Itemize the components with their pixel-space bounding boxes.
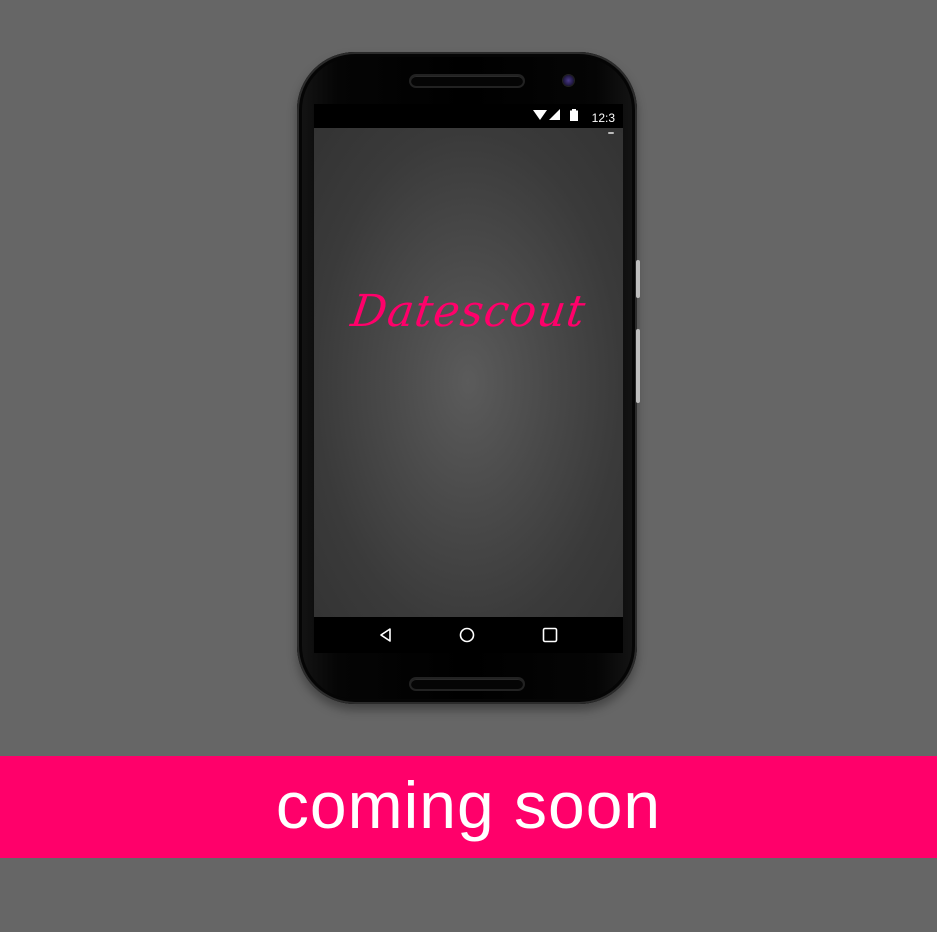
earpiece-speaker: [411, 76, 523, 86]
phone-screen: 12:3 Datescout: [314, 104, 623, 617]
battery-icon: [570, 109, 578, 121]
front-camera: [563, 75, 574, 86]
status-time: 12:3: [591, 111, 615, 125]
cellular-signal-icon: [549, 109, 560, 120]
bottom-speaker: [411, 679, 523, 689]
scroll-indicator: [608, 132, 614, 134]
power-button: [636, 260, 640, 298]
splash-screen: Datescout: [314, 128, 623, 617]
app-logo: Datescout: [347, 286, 590, 337]
phone-mockup: 12:3 Datescout: [297, 52, 640, 704]
wifi-icon: [533, 110, 547, 120]
home-icon[interactable]: [458, 626, 476, 644]
navigation-bar: [314, 617, 623, 653]
recent-apps-icon[interactable]: [541, 626, 559, 644]
back-icon[interactable]: [377, 626, 395, 644]
status-bar: 12:3: [314, 104, 623, 128]
volume-button: [636, 329, 640, 403]
coming-soon-banner: coming soon: [0, 756, 937, 858]
